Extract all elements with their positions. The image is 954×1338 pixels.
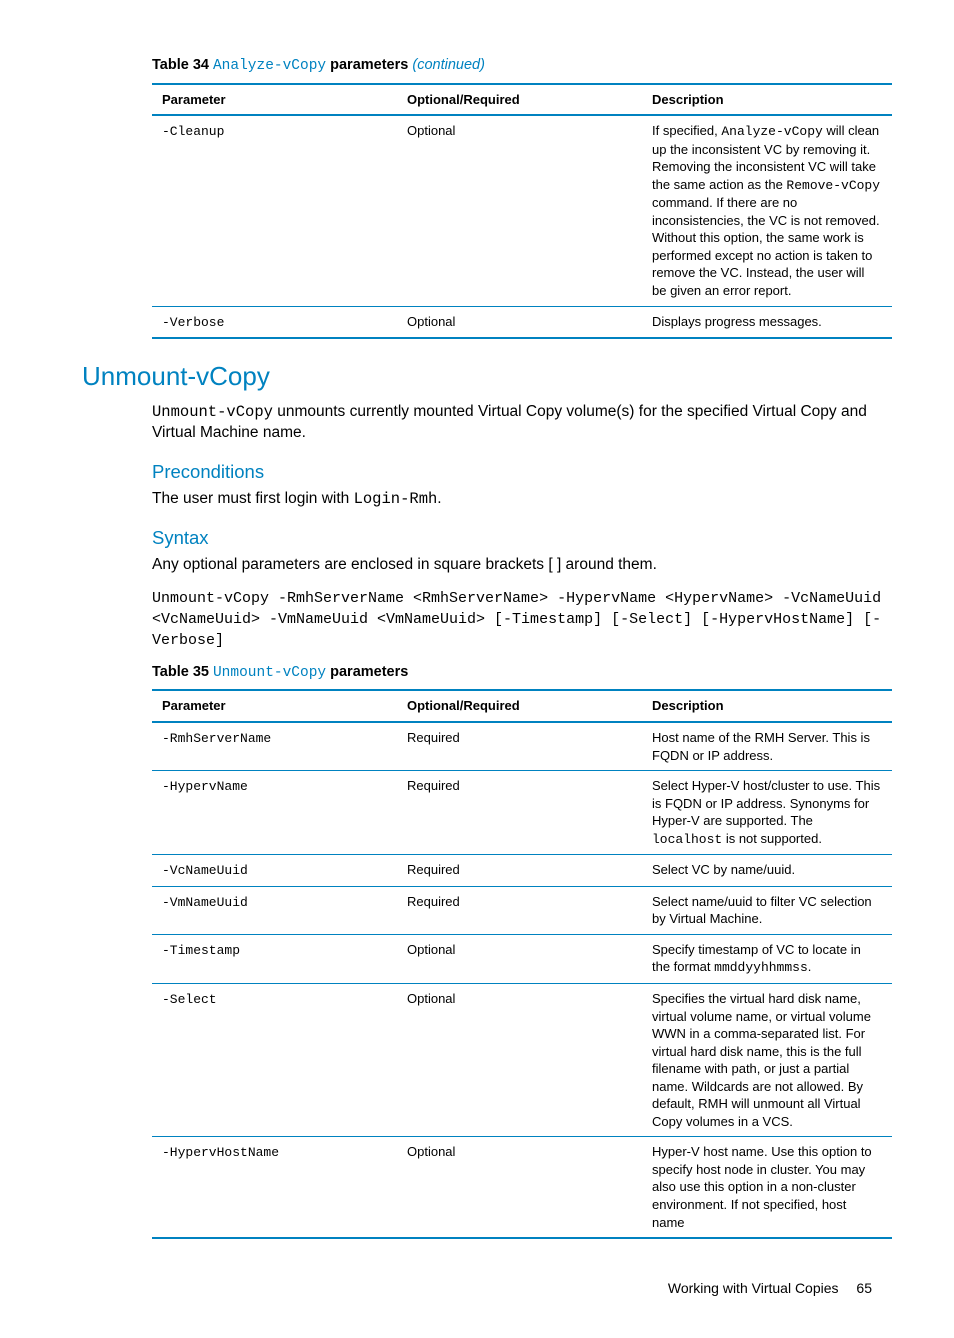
- cell-parameter: -HypervHostName: [152, 1137, 397, 1238]
- text-run: Analyze-vCopy: [721, 124, 822, 139]
- text-run: Remove-vCopy: [786, 178, 880, 193]
- syntax-note: Any optional parameters are enclosed in …: [152, 555, 882, 576]
- param-code: -HypervHostName: [162, 1145, 279, 1160]
- table-row: -VmNameUuid Required Select name/uuid to f…: [152, 886, 892, 934]
- cell-description: Specifies the virtual hard disk name, vi…: [642, 983, 892, 1136]
- text-run: Hyper-V host name. Use this option to sp…: [652, 1144, 872, 1229]
- text-run: The user must first login with: [152, 490, 354, 507]
- page-number: 65: [856, 1280, 872, 1296]
- table-row: -Timestamp OptionalSpecify timestamp of V…: [152, 934, 892, 983]
- param-code: -Timestamp: [162, 943, 240, 958]
- caption-tail: parameters: [326, 664, 408, 680]
- table35-caption: Table 35 Unmount-vCopy parameters: [152, 663, 882, 684]
- section-intro: Unmount-vCopy unmounts currently mounted…: [152, 402, 882, 444]
- param-code: -Select: [162, 992, 217, 1007]
- cell-description: Select Hyper-V host/cluster to use. This…: [642, 771, 892, 855]
- cell-description: Host name of the RMH Server. This is FQD…: [642, 722, 892, 771]
- cell-parameter: -Verbose: [152, 306, 397, 338]
- text-run: Select Hyper-V host/cluster to use. This…: [652, 778, 880, 828]
- col-description: Description: [642, 84, 892, 116]
- table-row: -RmhServerName Required Host name of the R…: [152, 722, 892, 771]
- syntax-codeblock: Unmount-vCopy -RmhServerName <RmhServerN…: [152, 588, 882, 651]
- cell-optional-required: Optional: [397, 934, 642, 983]
- cell-optional-required: Required: [397, 855, 642, 887]
- table35: Parameter Optional/Required Description …: [152, 689, 892, 1239]
- text-run: localhost: [652, 832, 722, 847]
- cell-optional-required: Required: [397, 771, 642, 855]
- col-optional-required: Optional/Required: [397, 84, 642, 116]
- param-code: -Cleanup: [162, 124, 224, 139]
- col-parameter: Parameter: [152, 690, 397, 722]
- section-title-unmount-vcopy: Unmount-vCopy: [82, 359, 882, 394]
- table-row: -CleanupOptionalIf specified, Analyze-vC…: [152, 115, 892, 306]
- caption-code: Analyze-vCopy: [213, 58, 326, 74]
- param-code: -VcNameUuid: [162, 863, 248, 878]
- cell-optional-required: Required: [397, 722, 642, 771]
- cell-optional-required: Required: [397, 886, 642, 934]
- text-run: Select VC by name/uuid.: [652, 862, 795, 877]
- col-description: Description: [642, 690, 892, 722]
- table-header-row: Parameter Optional/Required Description: [152, 690, 892, 722]
- table34-body: -CleanupOptionalIf specified, Analyze-vC…: [152, 115, 892, 338]
- param-code: -VmNameUuid: [162, 895, 248, 910]
- text-run: If specified,: [652, 123, 721, 138]
- text-run: .: [437, 490, 441, 507]
- cell-parameter: -Cleanup: [152, 115, 397, 306]
- text-run: command. If there are no inconsistencies…: [652, 195, 880, 298]
- cell-parameter: -VcNameUuid: [152, 855, 397, 887]
- text-run: Host name of the RMH Server. This is FQD…: [652, 730, 870, 763]
- caption-code: Unmount-vCopy: [213, 665, 326, 681]
- preconditions-text: The user must first login with Login-Rmh…: [152, 489, 882, 510]
- cell-description: Hyper-V host name. Use this option to sp…: [642, 1137, 892, 1238]
- cell-description: Displays progress messages.: [642, 306, 892, 338]
- cell-parameter: -Timestamp: [152, 934, 397, 983]
- caption-tail: parameters: [326, 57, 412, 73]
- text-run: Login-Rmh: [354, 490, 438, 508]
- footer-text: Working with Virtual Copies: [668, 1280, 839, 1296]
- table34: Parameter Optional/Required Description …: [152, 83, 892, 340]
- cell-optional-required: Optional: [397, 115, 642, 306]
- text-run: is not supported.: [722, 831, 822, 846]
- table-row: -HypervHostName OptionalHyper-V host name…: [152, 1137, 892, 1238]
- syntax-heading: Syntax: [152, 526, 882, 551]
- text-run: .: [808, 959, 812, 974]
- text-run: Specifies the virtual hard disk name, vi…: [652, 991, 871, 1129]
- text-run: Select name/uuid to filter VC selection …: [652, 894, 872, 927]
- text-run: Unmount-vCopy: [152, 403, 273, 421]
- table-row: -Select OptionalSpecifies the virtual har…: [152, 983, 892, 1136]
- param-code: -RmhServerName: [162, 731, 271, 746]
- table-row: -HypervName RequiredSelect Hyper-V host/c…: [152, 771, 892, 855]
- text-run: Displays progress messages.: [652, 314, 822, 329]
- caption-continued: (continued): [412, 57, 485, 73]
- text-run: mmddyyhhmmss: [714, 960, 808, 975]
- col-optional-required: Optional/Required: [397, 690, 642, 722]
- col-parameter: Parameter: [152, 84, 397, 116]
- cell-optional-required: Optional: [397, 1137, 642, 1238]
- table-row: -VcNameUuid Required Select VC by name/uui…: [152, 855, 892, 887]
- preconditions-heading: Preconditions: [152, 460, 882, 485]
- param-code: -HypervName: [162, 779, 248, 794]
- table-row: -Verbose Optional Displays progress messag…: [152, 306, 892, 338]
- caption-lead: Table 35: [152, 664, 213, 680]
- cell-parameter: -Select: [152, 983, 397, 1136]
- page-footer: Working with Virtual Copies 65: [82, 1279, 882, 1298]
- table35-body: -RmhServerName Required Host name of the R…: [152, 722, 892, 1238]
- cell-optional-required: Optional: [397, 306, 642, 338]
- caption-lead: Table 34: [152, 57, 213, 73]
- cell-parameter: -HypervName: [152, 771, 397, 855]
- table-header-row: Parameter Optional/Required Description: [152, 84, 892, 116]
- cell-description: Select name/uuid to filter VC selection …: [642, 886, 892, 934]
- table34-caption: Table 34 Analyze-vCopy parameters (conti…: [152, 56, 882, 77]
- cell-description: Select VC by name/uuid.: [642, 855, 892, 887]
- cell-description: Specify timestamp of VC to locate in the…: [642, 934, 892, 983]
- param-code: -Verbose: [162, 315, 224, 330]
- cell-description: If specified, Analyze-vCopy will clean u…: [642, 115, 892, 306]
- cell-parameter: -RmhServerName: [152, 722, 397, 771]
- cell-optional-required: Optional: [397, 983, 642, 1136]
- cell-parameter: -VmNameUuid: [152, 886, 397, 934]
